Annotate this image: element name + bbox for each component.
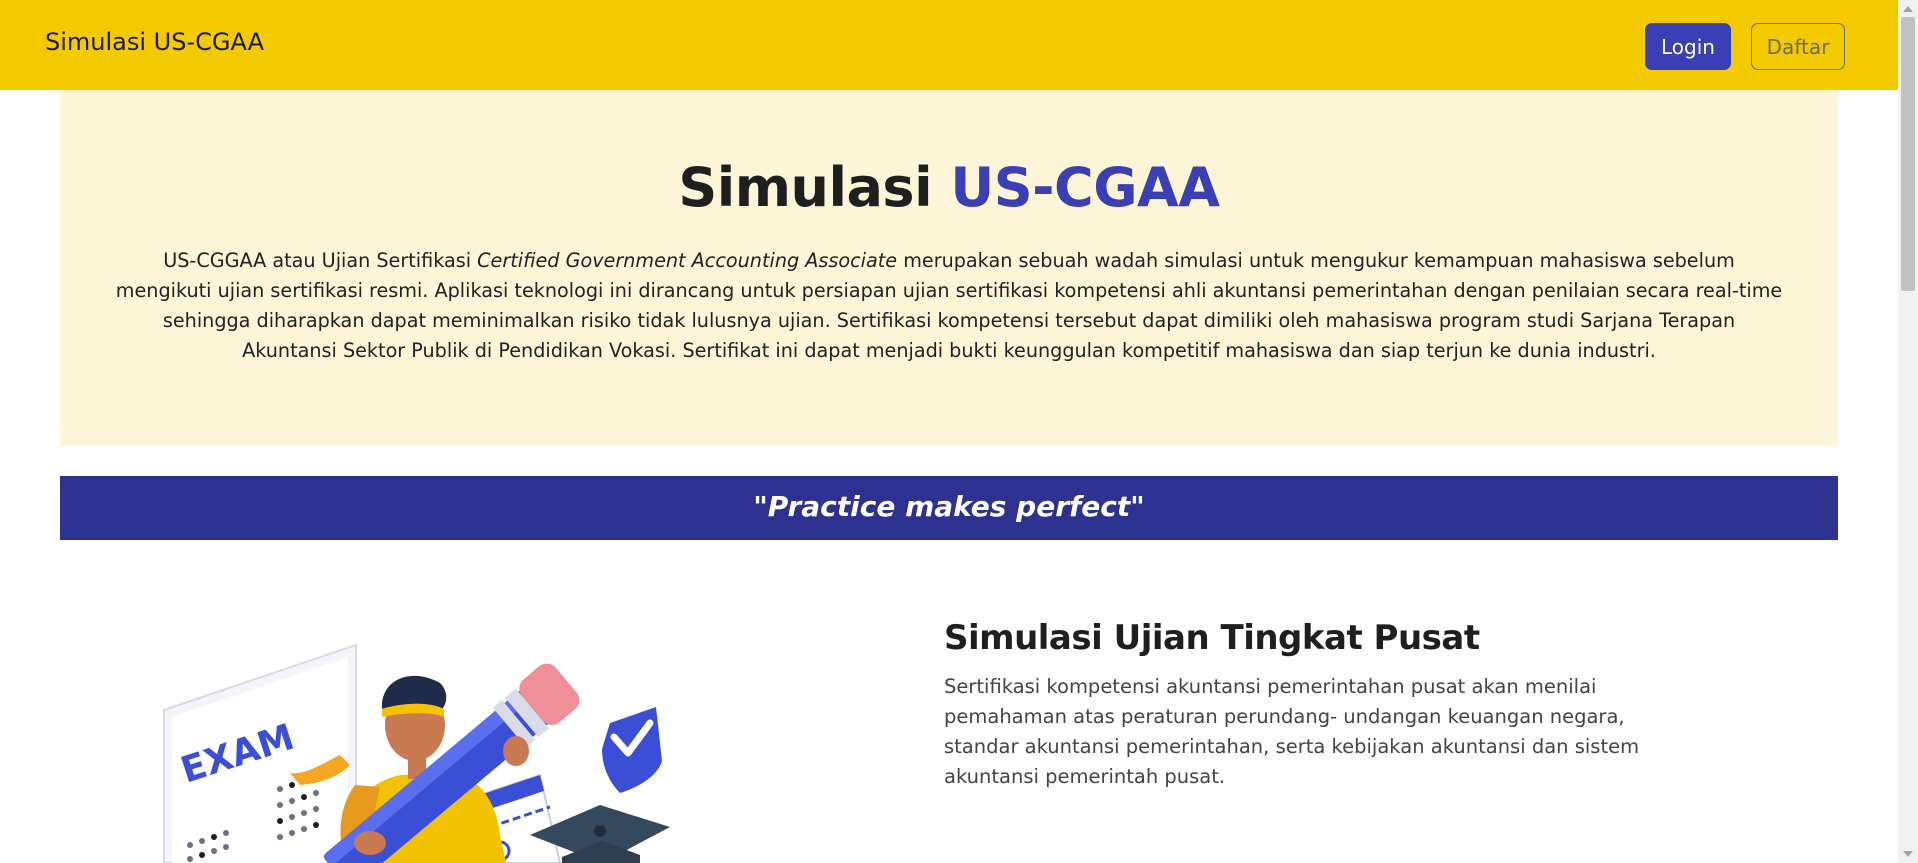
- section-description: Sertifikasi kompetensi akuntansi pemerin…: [944, 675, 1640, 788]
- scroll-down-arrow-icon[interactable]: [1903, 851, 1913, 857]
- quote-text: "Practice makes perfect": [753, 490, 1145, 523]
- navbar-brand[interactable]: Simulasi US-CGAA: [45, 28, 264, 56]
- quote-banner: "Practice makes perfect": [60, 476, 1838, 540]
- section-title: Simulasi Ujian Tingkat Pusat: [944, 618, 1480, 658]
- hero-title-prefix: Simulasi: [678, 156, 933, 219]
- hero-title: Simulasi US-CGAA: [60, 156, 1838, 219]
- hero-title-accent: US-CGAA: [950, 156, 1220, 219]
- daftar-button[interactable]: Daftar: [1751, 23, 1845, 70]
- scroll-up-arrow-icon[interactable]: [1903, 6, 1913, 12]
- hero-section: Simulasi US-CGAA US-CGGAA atau Ujian Ser…: [60, 90, 1838, 446]
- hero-desc-italic: Certified Government Accounting Associat…: [477, 249, 898, 272]
- hero-description: US-CGGAA atau Ujian Sertifikasi Certifie…: [115, 246, 1783, 366]
- scrollbar[interactable]: [1898, 0, 1918, 863]
- login-button[interactable]: Login: [1645, 23, 1731, 70]
- exam-illustration: EXAM AY: [150, 605, 710, 863]
- hero-desc-part1: US-CGGAA atau Ujian Sertifikasi: [163, 249, 478, 272]
- navbar: Simulasi US-CGAA Login Daftar: [0, 0, 1898, 90]
- scrollbar-thumb[interactable]: [1901, 17, 1915, 291]
